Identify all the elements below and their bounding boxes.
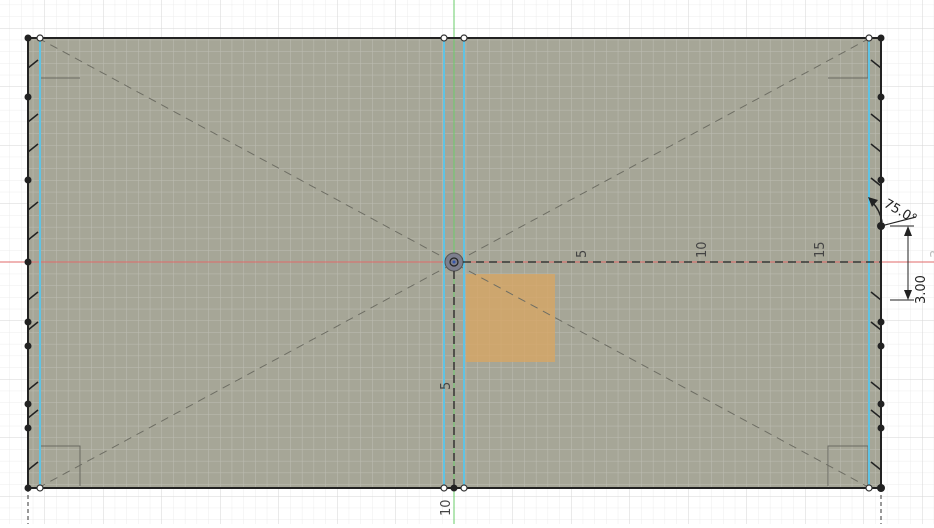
ruler-label-v-10: 10 [439,499,454,516]
ruler-label-h-5: 5 [575,250,590,258]
edge-dimension-partial: 3 [929,250,934,258]
origin-dot-icon [452,260,456,264]
highlighted-region[interactable] [466,274,555,362]
ruler-label-h-15: 15 [813,241,828,258]
sketch-canvas[interactable]: 5 10 15 5 10 75.0° 3.00 3 [0,0,934,524]
sketch-viewport[interactable]: 5 10 15 5 10 75.0° 3.00 3 [0,0,934,524]
ruler-label-h-10: 10 [695,241,710,258]
offset-dimension-value[interactable]: 3.00 [914,275,929,304]
ruler-label-v-5: 5 [439,382,454,390]
